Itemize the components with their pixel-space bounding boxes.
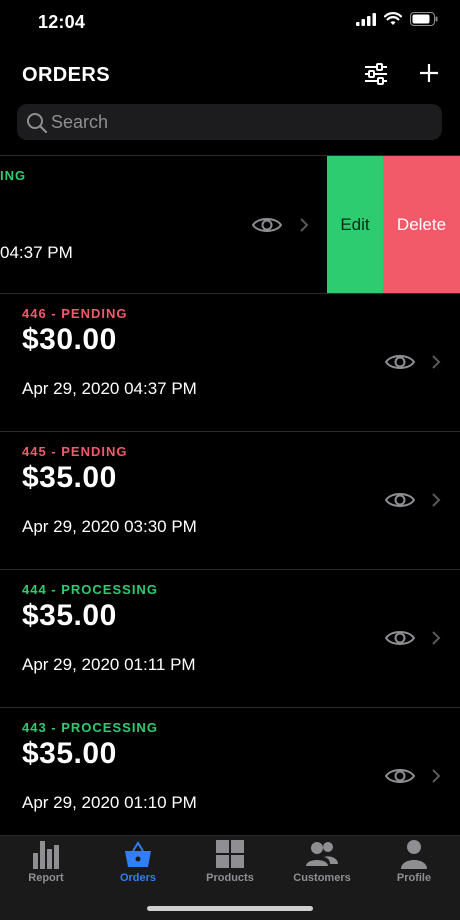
- page-title: ORDERS: [22, 64, 110, 86]
- tab-label: Report: [28, 872, 64, 884]
- order-row-content: 443 - PROCESSING $35.00 Apr 29, 2020 01:…: [0, 708, 460, 835]
- order-row[interactable]: 443 - PROCESSING $35.00 Apr 29, 2020 01:…: [0, 707, 460, 835]
- order-row[interactable]: 444 - PROCESSING $35.00 Apr 29, 2020 01:…: [0, 569, 460, 707]
- filter-button[interactable]: [362, 60, 390, 88]
- search-input[interactable]: [51, 104, 431, 140]
- view-icon[interactable]: [384, 765, 416, 787]
- order-date: Apr 29, 2020 01:10 PM: [22, 793, 197, 812]
- filter-sliders-icon: [365, 63, 387, 85]
- tab-label: Products: [206, 872, 254, 884]
- status-icons: [356, 12, 438, 26]
- people-icon: [306, 842, 338, 866]
- status-bar: 12:04: [0, 0, 460, 44]
- view-icon[interactable]: [384, 351, 416, 373]
- order-status: 446 - PENDING: [22, 306, 128, 321]
- header: ORDERS: [0, 56, 460, 96]
- search-icon: [27, 113, 48, 134]
- basket-icon: [125, 841, 151, 867]
- order-status: 445 - PENDING: [22, 444, 128, 459]
- tab-report[interactable]: Report: [0, 836, 92, 892]
- view-icon[interactable]: [384, 489, 416, 511]
- order-row[interactable]: 446 - PENDING $30.00 Apr 29, 2020 04:37 …: [0, 293, 460, 431]
- order-row-content: 445 - PENDING $35.00 Apr 29, 2020 03:30 …: [0, 432, 460, 570]
- order-row-content: 446 - PENDING $30.00 Apr 29, 2020 04:37 …: [0, 294, 460, 432]
- order-row-swiped[interactable]: ING 04:37 PM Edit Delete: [0, 155, 460, 294]
- grid-icon: [216, 840, 244, 868]
- order-amount: $35.00: [22, 461, 117, 494]
- tab-customers[interactable]: Customers: [276, 836, 368, 892]
- order-date: Apr 29, 2020 04:37 PM: [22, 379, 197, 398]
- add-order-button[interactable]: [416, 60, 442, 86]
- chevron-right-icon: [432, 769, 441, 783]
- order-amount: $30.00: [22, 323, 117, 356]
- edit-button[interactable]: Edit: [327, 156, 383, 294]
- tab-products[interactable]: Products: [184, 836, 276, 892]
- tab-label: Orders: [119, 872, 157, 884]
- tab-label: Customers: [293, 872, 351, 884]
- plus-icon: [420, 64, 438, 82]
- view-icon[interactable]: [251, 214, 283, 236]
- chevron-right-icon: [300, 218, 309, 232]
- chevron-right-icon: [432, 355, 441, 369]
- order-status: 443 - PROCESSING: [22, 720, 158, 735]
- wifi-icon: [384, 12, 402, 25]
- bar-chart-icon: [33, 841, 59, 869]
- person-icon: [401, 840, 427, 869]
- tab-orders[interactable]: Orders: [92, 836, 184, 892]
- search-bar: [17, 104, 442, 140]
- tab-profile[interactable]: Profile: [368, 836, 460, 892]
- signal-icon: [356, 12, 376, 26]
- order-amount: $35.00: [22, 599, 117, 632]
- order-row-content: 444 - PROCESSING $35.00 Apr 29, 2020 01:…: [0, 570, 460, 708]
- order-date: 04:37 PM: [0, 243, 73, 262]
- order-status: 444 - PROCESSING: [22, 582, 158, 597]
- chevron-right-icon: [432, 631, 441, 645]
- home-indicator: [147, 906, 313, 911]
- order-status: ING: [0, 168, 27, 183]
- order-row[interactable]: 445 - PENDING $35.00 Apr 29, 2020 03:30 …: [0, 431, 460, 569]
- order-amount: $35.00: [22, 737, 117, 770]
- order-date: Apr 29, 2020 03:30 PM: [22, 517, 197, 536]
- orders-list: ING 04:37 PM Edit Delete 446 - PENDING $…: [0, 155, 460, 835]
- chevron-right-icon: [432, 493, 441, 507]
- status-time: 12:04: [38, 12, 86, 32]
- view-icon[interactable]: [384, 627, 416, 649]
- order-date: Apr 29, 2020 01:11 PM: [22, 655, 196, 674]
- battery-icon: [410, 12, 438, 26]
- tab-label: Profile: [396, 872, 432, 884]
- delete-button[interactable]: Delete: [383, 156, 460, 294]
